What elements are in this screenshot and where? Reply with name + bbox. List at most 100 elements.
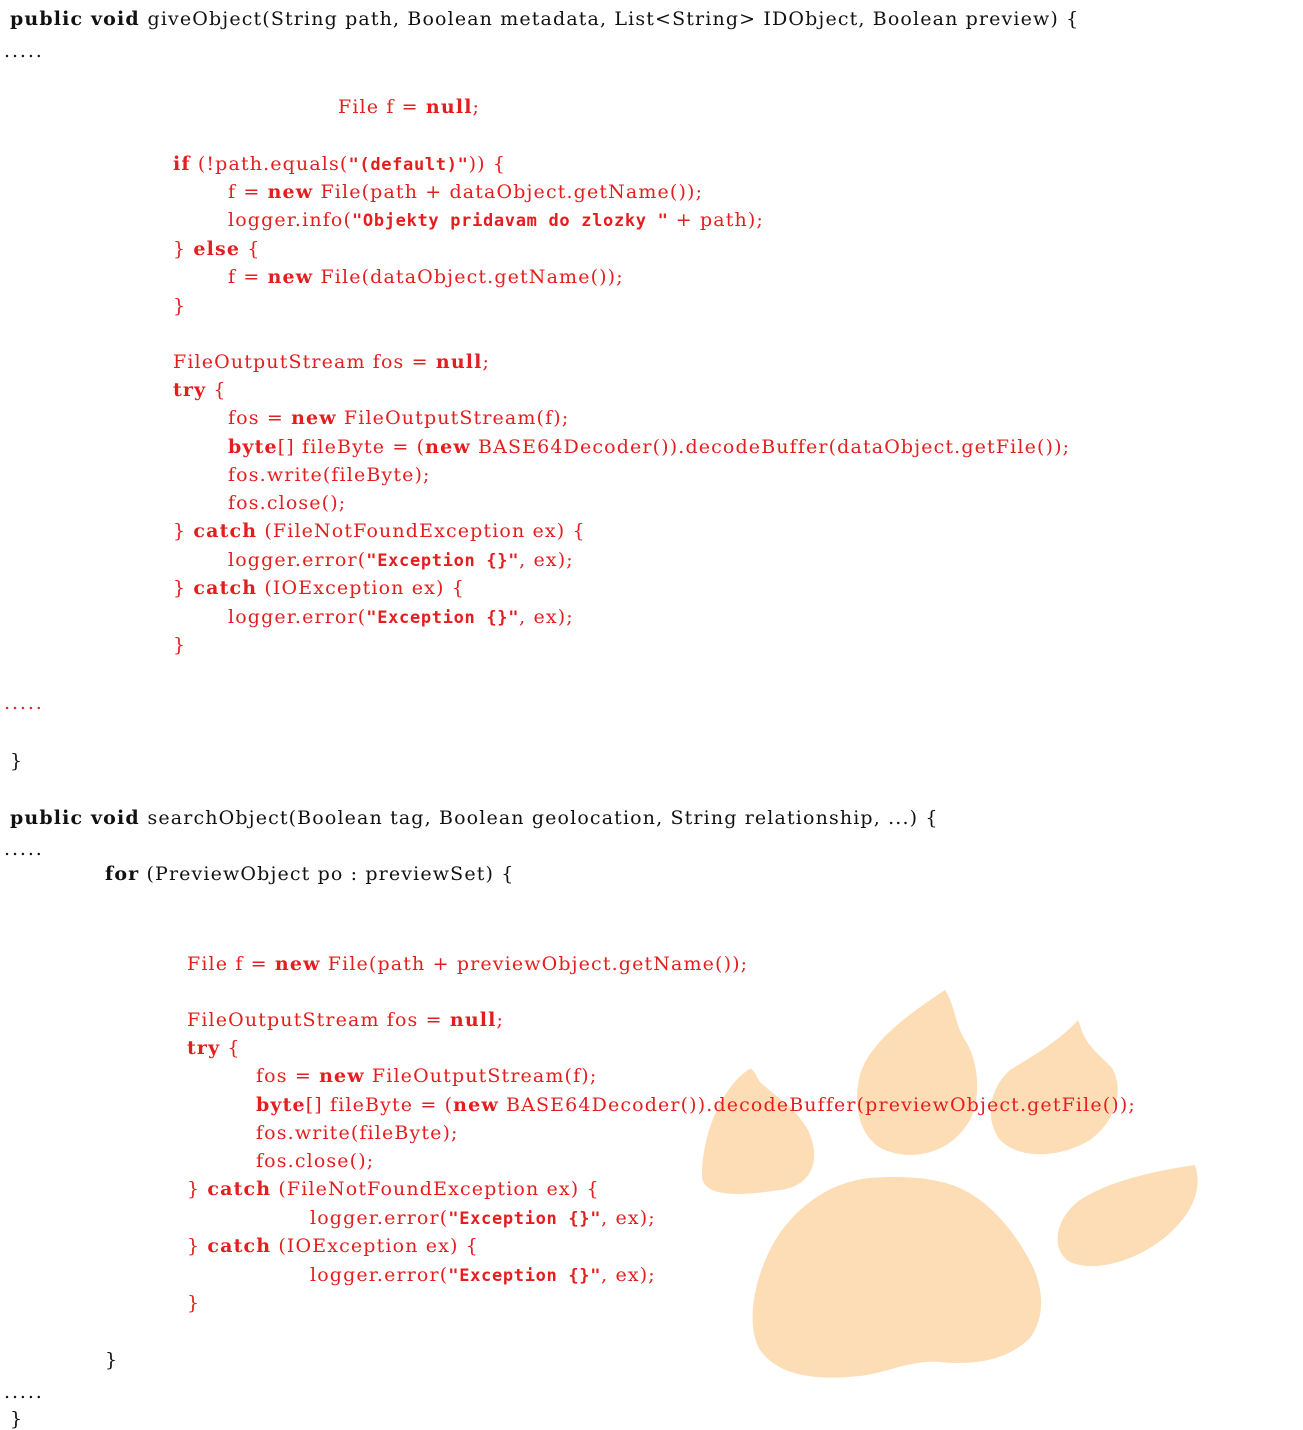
code-token: fos.write(fileByte); <box>228 464 431 486</box>
code-line: byte[] fileByte = (new BASE64Decoder()).… <box>228 438 1070 457</box>
paw-toe-3 <box>990 1020 1118 1155</box>
code-token: ; <box>482 351 491 373</box>
code-line: } catch (IOException ex) { <box>187 1237 479 1256</box>
code-line: if (!path.equals("(default)")) { <box>173 155 506 174</box>
code-token: catch <box>207 1235 272 1257</box>
code-token: , ex); <box>519 606 574 628</box>
code-line: } <box>10 752 23 771</box>
code-token: (FileNotFoundException ex) { <box>257 520 586 542</box>
code-token: new <box>453 1094 499 1116</box>
code-line: logger.error("Exception {}", ex); <box>228 608 574 627</box>
code-token: , ex); <box>519 549 574 571</box>
code-token: fos = <box>256 1065 320 1087</box>
code-token: (IOException ex) { <box>257 577 465 599</box>
code-token: )) { <box>468 153 507 175</box>
code-token: new <box>319 1065 365 1087</box>
code-token: (!path.equals( <box>190 153 349 175</box>
paw-main-pad <box>752 1176 1042 1378</box>
code-line: logger.error("Exception {}", ex); <box>310 1266 656 1285</box>
code-line: } <box>10 1410 23 1429</box>
code-token: catch <box>193 577 258 599</box>
code-token: FileOutputStream fos = <box>173 351 436 373</box>
code-token: FileOutputStream fos = <box>187 1009 450 1031</box>
code-token: logger.error( <box>228 549 367 571</box>
code-token: BASE64Decoder()).decodeBuffer(previewObj… <box>498 1094 1136 1116</box>
code-token: try <box>173 379 207 401</box>
code-line: fos = new FileOutputStream(f); <box>228 409 569 428</box>
code-token: "Exception {}" <box>366 551 520 571</box>
code-line: fos = new FileOutputStream(f); <box>256 1067 597 1086</box>
code-token: new <box>274 953 321 975</box>
code-line: } else { <box>173 240 261 259</box>
code-token: new <box>267 181 314 203</box>
code-token: f = <box>228 181 268 203</box>
code-token: logger.error( <box>310 1207 449 1229</box>
code-token: , ex); <box>601 1207 656 1229</box>
code-line: f = new File(path + dataObject.getName()… <box>228 183 703 202</box>
paw-toe-4 <box>1057 1165 1198 1267</box>
code-token: "Exception {}" <box>448 1209 602 1229</box>
code-token: try <box>187 1037 221 1059</box>
code-line: logger.error("Exception {}", ex); <box>310 1209 656 1228</box>
code-token: (PreviewObject po : previewSet) { <box>139 863 515 885</box>
code-line: logger.info("Objekty pridavam do zlozky … <box>228 211 764 230</box>
code-token: else <box>193 238 241 260</box>
code-line: ..... <box>4 840 44 859</box>
code-token: } <box>187 1235 208 1257</box>
code-line: logger.error("Exception {}", ex); <box>228 551 574 570</box>
code-token: if <box>173 153 191 175</box>
code-line: f = new File(dataObject.getName()); <box>228 268 624 287</box>
code-token: byte <box>256 1094 306 1116</box>
code-line: } <box>173 297 186 316</box>
code-token: } <box>173 520 194 542</box>
code-token: giveObject(String path, Boolean metadata… <box>147 8 1080 30</box>
code-line: byte[] fileByte = (new BASE64Decoder()).… <box>256 1096 1136 1115</box>
code-token: fos = <box>228 407 292 429</box>
code-token: { <box>220 1037 241 1059</box>
code-token: null <box>425 96 473 118</box>
code-token: File(path + dataObject.getName()); <box>313 181 704 203</box>
code-line: public void searchObject(Boolean tag, Bo… <box>10 809 939 828</box>
code-line: } catch (IOException ex) { <box>173 579 465 598</box>
code-token: fos.close(); <box>256 1150 375 1172</box>
code-token: null <box>449 1009 497 1031</box>
code-token: ..... <box>4 1381 44 1403</box>
code-line: ..... <box>4 694 44 713</box>
code-line: try { <box>187 1039 241 1058</box>
code-token: logger.error( <box>310 1264 449 1286</box>
code-token: logger.error( <box>228 606 367 628</box>
code-token: } <box>10 750 24 772</box>
code-token: ..... <box>4 692 44 714</box>
code-token: } <box>173 634 187 656</box>
code-line: } <box>187 1294 200 1313</box>
code-token: null <box>435 351 483 373</box>
code-line: ..... <box>4 1383 44 1402</box>
code-token: } <box>173 238 194 260</box>
code-token: fos.close(); <box>228 492 347 514</box>
code-token: ; <box>472 96 481 118</box>
paw-toe-1 <box>702 1068 815 1194</box>
code-line: ..... <box>4 42 44 61</box>
code-token: File f = <box>187 953 275 975</box>
code-token: { <box>206 379 227 401</box>
code-line: FileOutputStream fos = null; <box>173 353 490 372</box>
code-line: } <box>105 1351 118 1370</box>
code-token: logger.info( <box>228 209 352 231</box>
code-token: f = <box>228 266 268 288</box>
code-token: "Objekty pridavam do zlozky " <box>352 211 669 231</box>
code-token: public void <box>10 8 148 30</box>
code-token: [] fileByte = ( <box>305 1094 454 1116</box>
code-token: , ex); <box>601 1264 656 1286</box>
code-token: public void <box>10 807 148 829</box>
code-token: [] fileByte = ( <box>277 436 426 458</box>
code-line: public void giveObject(String path, Bool… <box>10 10 1079 29</box>
code-line: File f = null; <box>338 98 480 117</box>
code-token: File(path + previewObject.getName()); <box>320 953 749 975</box>
code-token: (IOException ex) { <box>271 1235 479 1257</box>
code-token: } <box>187 1292 201 1314</box>
code-token: for <box>105 863 140 885</box>
code-token: } <box>10 1408 24 1430</box>
code-token: FileOutputStream(f); <box>364 1065 598 1087</box>
code-line: fos.write(fileByte); <box>256 1124 459 1143</box>
code-token: File f = <box>338 96 426 118</box>
